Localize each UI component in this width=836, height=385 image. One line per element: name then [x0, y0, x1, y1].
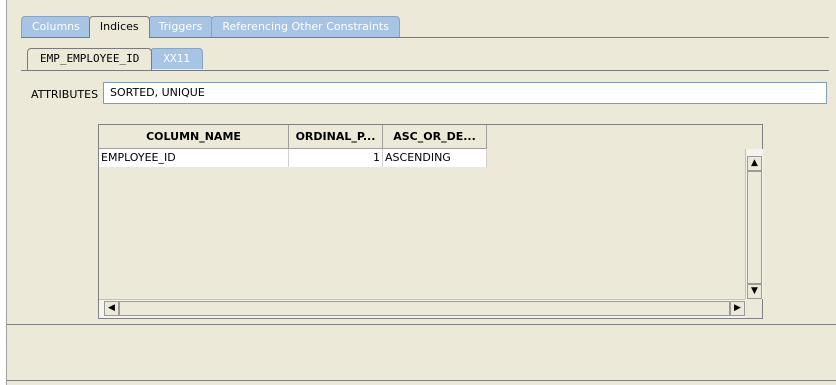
column-header-asc-or-desc[interactable]: ASC_OR_DE... [383, 125, 487, 149]
column-header-column-name[interactable]: COLUMN_NAME [99, 125, 289, 149]
arrow-right-icon: ▶ [734, 303, 741, 313]
bottom-separator [7, 380, 836, 381]
horizontal-scroll-thumb[interactable] [119, 301, 730, 316]
index-tab-strip: EMP_EMPLOYEE_ID XX11 [27, 48, 203, 70]
cell-column-name[interactable]: EMPLOYEE_ID [99, 149, 289, 167]
panel-separator [7, 324, 836, 325]
tab-triggers[interactable]: Triggers [147, 16, 214, 37]
attributes-label: ATTRIBUTES [31, 88, 99, 101]
tab-indices[interactable]: Indices [88, 16, 150, 38]
vertical-scrollbar[interactable]: ▲ ▼ [745, 149, 763, 299]
subtab-divider [21, 70, 829, 71]
grid-header: COLUMN_NAME ORDINAL_P... ASC_OR_DE... [99, 125, 487, 149]
tab-columns[interactable]: Columns [21, 16, 91, 37]
tab-referencing-other-constraints[interactable]: Referencing Other Constraints [211, 16, 400, 37]
arrow-down-icon: ▼ [751, 286, 758, 296]
scroll-left-button[interactable]: ◀ [104, 301, 119, 316]
attributes-field[interactable]: SORTED, UNIQUE [103, 82, 827, 104]
cell-asc-or-desc[interactable]: ASCENDING [383, 149, 487, 167]
scroll-right-button[interactable]: ▶ [730, 301, 745, 316]
subtab-xx11[interactable]: XX11 [150, 48, 203, 69]
index-columns-grid: COLUMN_NAME ORDINAL_P... ASC_OR_DE... EM… [98, 124, 763, 319]
column-header-ordinal-position[interactable]: ORDINAL_P... [289, 125, 383, 149]
scroll-up-button[interactable]: ▲ [747, 156, 762, 171]
arrow-up-icon: ▲ [751, 158, 758, 168]
vertical-scroll-thumb[interactable] [747, 171, 762, 284]
subtab-emp-employee-id[interactable]: EMP_EMPLOYEE_ID [27, 48, 153, 70]
arrow-left-icon: ◀ [108, 303, 115, 313]
main-tab-strip: Columns Indices Triggers Referencing Oth… [21, 16, 400, 38]
horizontal-scrollbar[interactable]: ◀ ▶ [99, 299, 745, 318]
indices-panel: Columns Indices Triggers Referencing Oth… [6, 0, 836, 385]
table-row[interactable]: EMPLOYEE_ID 1 ASCENDING [99, 149, 487, 167]
scroll-down-button[interactable]: ▼ [747, 284, 762, 299]
cell-ordinal-position[interactable]: 1 [289, 149, 383, 167]
